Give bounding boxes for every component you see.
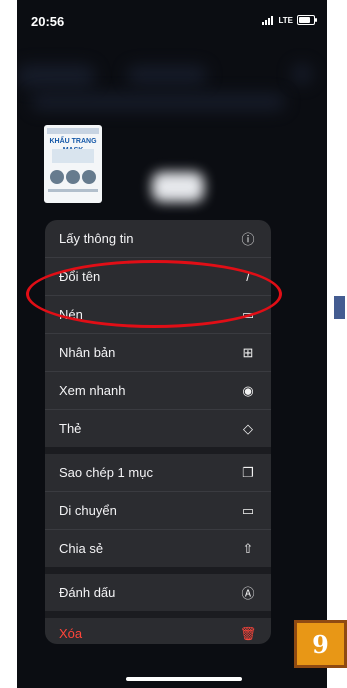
blurred-toolbar-title — [127, 66, 207, 84]
phone-screen: 20:56 LTE KHẨU TRANG MASK Lấy thông tin … — [17, 0, 327, 688]
tag-icon: ◇ — [243, 420, 253, 436]
menu-item-get-info[interactable]: Lấy thông tin ⓘ — [45, 220, 271, 257]
battery-icon — [297, 15, 317, 25]
menu-item-label: Di chuyển — [59, 503, 117, 518]
menu-item-share[interactable]: Chia sẻ ⇧ — [45, 530, 271, 567]
menu-item-label: Sao chép 1 mục — [59, 465, 153, 480]
menu-item-label: Xóa — [59, 626, 83, 641]
markup-icon: Ⓐ — [241, 586, 255, 601]
network-label: LTE — [278, 15, 293, 25]
eye-icon: ◉ — [242, 382, 254, 398]
trash-icon: 🗑 — [239, 625, 257, 641]
home-indicator — [126, 677, 242, 681]
blurred-toolbar-button — [292, 64, 312, 84]
thumbnail-header — [47, 128, 99, 134]
menu-item-quick-look[interactable]: Xem nhanh ◉ — [45, 372, 271, 409]
menu-item-delete[interactable]: Xóa 🗑 — [45, 615, 271, 644]
menu-item-markup[interactable]: Đánh dấu Ⓐ — [45, 574, 271, 611]
folder-icon: ▭ — [241, 502, 255, 518]
side-marker — [334, 296, 345, 319]
menu-item-label: Lấy thông tin — [59, 231, 134, 246]
thumbnail-image — [50, 170, 64, 184]
menu-item-label: Đánh dấu — [59, 585, 116, 600]
thumbnail-title: KHẨU TRANG MASK — [49, 138, 97, 154]
signal-icon — [262, 15, 274, 25]
menu-group-separator — [45, 447, 271, 454]
duplicate-icon: ⊞ — [242, 344, 254, 360]
copy-icon: ❐ — [242, 464, 254, 480]
menu-item-label: Thẻ — [59, 421, 82, 436]
thumbnail-image — [66, 170, 80, 184]
file-thumbnail[interactable]: KHẨU TRANG MASK — [44, 125, 102, 203]
thumbnail-label — [52, 149, 94, 163]
menu-item-copy[interactable]: Sao chép 1 mục ❐ — [45, 454, 271, 491]
menu-item-label: Xem nhanh — [59, 383, 126, 398]
menu-item-tags[interactable]: Thẻ ◇ — [45, 410, 271, 447]
blurred-search — [31, 94, 285, 110]
menu-item-duplicate[interactable]: Nhân bản ⊞ — [45, 334, 271, 371]
status-bar: 20:56 LTE — [17, 0, 327, 52]
info-icon: ⓘ — [241, 232, 255, 247]
share-icon: ⇧ — [242, 540, 254, 556]
menu-item-label: Chia sẻ — [59, 541, 104, 556]
menu-item-label: Nhân bản — [59, 345, 116, 360]
blurred-file-name — [152, 172, 204, 202]
menu-group-separator — [45, 567, 271, 574]
status-indicators: LTE — [262, 15, 317, 25]
thumbnail-footer — [48, 189, 98, 192]
page-number-badge: 9 — [294, 620, 347, 668]
blurred-toolbar — [17, 65, 95, 87]
menu-item-move[interactable]: Di chuyển ▭ — [45, 492, 271, 529]
rename-highlight-annotation — [26, 260, 282, 328]
status-time: 20:56 — [31, 14, 65, 29]
thumbnail-image — [82, 170, 96, 184]
